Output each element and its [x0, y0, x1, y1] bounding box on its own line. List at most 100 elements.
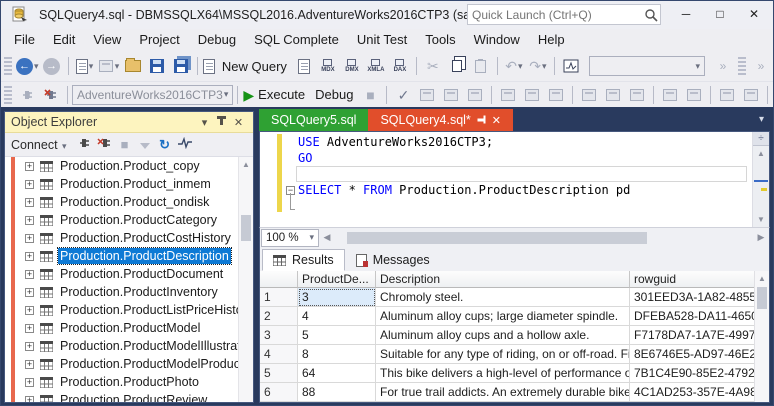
navigate-back-button[interactable]: ← ▾	[16, 55, 39, 77]
new-query-button[interactable]: New Query	[202, 55, 291, 77]
activity-pulse-icon[interactable]	[175, 136, 195, 152]
menu-unit-test[interactable]: Unit Test	[348, 29, 416, 51]
new-database-engine-query-button[interactable]	[293, 55, 315, 77]
menu-tools[interactable]: Tools	[416, 29, 464, 51]
toolbar-grip[interactable]	[4, 85, 12, 104]
close-panel-icon[interactable]: ✕	[230, 116, 247, 129]
grid-corner-cell[interactable]	[260, 271, 298, 288]
change-connection-button[interactable]	[40, 84, 62, 106]
hscroll-right-icon[interactable]: ▶	[753, 232, 769, 243]
column-header-rowguid[interactable]: rowguid	[630, 271, 769, 288]
decrease-indent-button[interactable]	[716, 84, 738, 106]
split-editor-handle[interactable]: ÷	[753, 132, 769, 146]
grid-cell[interactable]: 4	[298, 307, 376, 326]
grid-cell[interactable]: For true trail addicts. An extremely dur…	[376, 383, 630, 402]
new-dmx-query-button[interactable]: DMX	[341, 57, 363, 75]
toolbar-grip[interactable]	[4, 57, 12, 75]
new-dax-query-button[interactable]: DAX	[389, 57, 411, 75]
menu-view[interactable]: View	[84, 29, 130, 51]
grid-cell[interactable]: DFEBA528-DA11-4650	[630, 307, 769, 326]
grid-cell[interactable]: 64	[298, 364, 376, 383]
tree-item[interactable]: + Production.ProductPhoto	[5, 373, 253, 391]
grid-cell[interactable]: 7B1C4E90-85E2-4792-	[630, 364, 769, 383]
add-item-button[interactable]: ▾	[98, 55, 120, 77]
tree-item[interactable]: + Production.Product_inmem	[5, 175, 253, 193]
tree-item[interactable]: + Production.ProductModelIllustration	[5, 337, 253, 355]
tree-item[interactable]: + Production.ProductCategory	[5, 211, 253, 229]
menu-project[interactable]: Project	[130, 29, 188, 51]
quick-launch-input[interactable]	[468, 7, 642, 22]
parse-button[interactable]: ✓	[392, 84, 414, 106]
column-header-description[interactable]: Description	[376, 271, 630, 288]
grid-cell[interactable]: Aluminum alloy cups; large diameter spin…	[376, 307, 630, 326]
grid-cell[interactable]: Chromoly steel.	[376, 288, 630, 307]
intellisense-button[interactable]	[497, 84, 519, 106]
grid-cell[interactable]: 8E6746E5-AD97-46E2-	[630, 345, 769, 364]
database-selector[interactable]: AdventureWorks2016CTP3 ▾	[72, 84, 234, 105]
menu-edit[interactable]: Edit	[44, 29, 84, 51]
row-number-cell[interactable]: 5	[260, 364, 298, 383]
scrollbar-thumb[interactable]	[347, 231, 647, 244]
close-button[interactable]: ✕	[737, 1, 771, 27]
tree-item[interactable]: + Production.ProductCostHistory	[5, 229, 253, 247]
results-to-grid-button[interactable]	[602, 84, 624, 106]
code-line-2[interactable]: GO	[298, 150, 749, 166]
grid-cell[interactable]: This bike delivers a high-level of perfo…	[376, 364, 630, 383]
tab-results[interactable]: Results	[262, 249, 345, 271]
window-position-icon[interactable]: ▾	[196, 116, 213, 129]
save-all-button[interactable]	[170, 55, 192, 77]
hscroll-left-icon[interactable]: ◀	[319, 232, 335, 243]
toolbar-overflow-button[interactable]: »	[712, 55, 734, 77]
row-number-cell[interactable]: 4	[260, 345, 298, 364]
refresh-icon[interactable]: ↻	[155, 137, 175, 153]
menu-window[interactable]: Window	[465, 29, 529, 51]
tree-scrollbar[interactable]: ▲	[238, 157, 253, 402]
disconnect-plug-icon[interactable]	[95, 137, 115, 153]
query-options-button[interactable]	[464, 84, 486, 106]
object-explorer-header[interactable]: Object Explorer ▾ ✕	[5, 112, 253, 133]
menu-debug[interactable]: Debug	[189, 29, 245, 51]
zoom-selector[interactable]: 100 % ▾	[261, 228, 319, 247]
menu-file[interactable]: File	[5, 29, 44, 51]
grid-cell[interactable]: 5	[298, 326, 376, 345]
tree-item[interactable]: + Production.ProductListPriceHistory	[5, 301, 253, 319]
activity-monitor-button[interactable]	[560, 55, 582, 77]
code-editor[interactable]: USE AdventureWorks2016CTP3; GO SELECT * …	[259, 131, 770, 227]
toolbar-combo[interactable]: ▾	[588, 56, 705, 76]
pin-icon[interactable]	[213, 116, 230, 128]
include-actual-plan-button[interactable]	[521, 84, 543, 106]
stop-icon[interactable]: ■	[115, 137, 135, 152]
tree-item[interactable]: + Production.ProductReview	[5, 391, 253, 402]
paste-button[interactable]	[470, 55, 492, 77]
uncomment-button[interactable]	[683, 84, 705, 106]
minimize-button[interactable]: ─	[669, 1, 703, 27]
row-number-cell[interactable]: 6	[260, 383, 298, 402]
row-number-cell[interactable]: 2	[260, 307, 298, 326]
tree-item[interactable]: + Production.Product_copy	[5, 157, 253, 175]
undo-button[interactable]: ↶ ▾	[503, 55, 525, 77]
new-xmla-query-button[interactable]: XMLA	[365, 57, 387, 75]
comment-button[interactable]	[659, 84, 681, 106]
grid-cell[interactable]: 88	[298, 383, 376, 402]
tree-item[interactable]: + Production.ProductInventory	[5, 283, 253, 301]
row-number-cell[interactable]: 1	[260, 288, 298, 307]
connect-plug-icon[interactable]	[75, 137, 95, 153]
grid-cell[interactable]: 8	[298, 345, 376, 364]
code-line-4[interactable]: SELECT * FROM Production.ProductDescript…	[298, 182, 749, 198]
navigate-forward-button[interactable]: →	[41, 55, 63, 77]
estimated-plan-button[interactable]	[416, 84, 438, 106]
editor-scrollbar[interactable]: ÷ ▲ ▼	[752, 132, 769, 227]
connect-button[interactable]: Connect ▾	[11, 138, 67, 152]
toolbar-grip[interactable]	[738, 57, 746, 75]
tree-item-selected[interactable]: + Production.ProductDescription	[5, 247, 253, 265]
tab-messages[interactable]: Messages	[345, 249, 441, 271]
save-button[interactable]	[146, 55, 168, 77]
execute-button[interactable]: ▶ Execute	[243, 84, 309, 106]
grid-cell[interactable]: 4C1AD253-357E-4A98	[630, 383, 769, 402]
debug-button[interactable]: Debug	[311, 84, 357, 106]
menu-help[interactable]: Help	[529, 29, 574, 51]
cut-button[interactable]: ✂	[422, 55, 444, 77]
tab-list-dropdown-icon[interactable]: ▾	[759, 114, 764, 125]
grid-cell-selected[interactable]: 3	[298, 288, 376, 307]
stop-button[interactable]: ■	[359, 84, 381, 106]
